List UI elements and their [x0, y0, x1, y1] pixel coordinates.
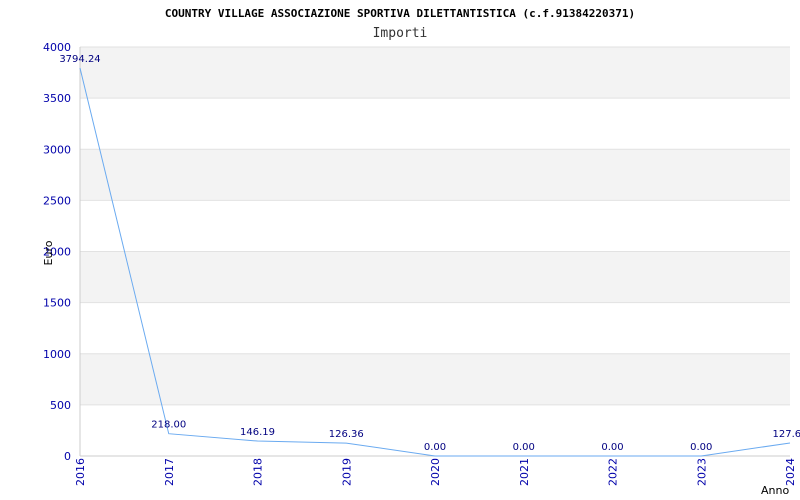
- chart-title: COUNTRY VILLAGE ASSOCIAZIONE SPORTIVA DI…: [165, 7, 635, 20]
- data-label: 146.19: [240, 427, 275, 438]
- y-tick-label: 500: [50, 399, 71, 412]
- data-label: 0.00: [424, 442, 446, 453]
- x-tick-label: 2017: [163, 458, 176, 486]
- grid-band: [80, 149, 790, 201]
- x-tick-label: 2020: [429, 458, 442, 486]
- grid-band: [80, 353, 790, 405]
- x-tick-label: 2022: [607, 458, 620, 486]
- y-tick-label: 2500: [43, 194, 71, 207]
- y-axis-label: Euro: [42, 240, 55, 265]
- data-label: 218.00: [151, 420, 186, 431]
- data-label: 127.65: [773, 429, 800, 440]
- y-tick-label: 3500: [43, 92, 71, 105]
- data-label: 3794.24: [59, 54, 100, 65]
- line-chart: COUNTRY VILLAGE ASSOCIAZIONE SPORTIVA DI…: [42, 7, 800, 497]
- y-tick-label: 4000: [43, 41, 71, 54]
- grid-band: [80, 47, 790, 99]
- y-tick-label: 1500: [43, 297, 71, 310]
- x-tick-label: 2024: [784, 458, 797, 486]
- x-tick-label: 2021: [518, 458, 531, 486]
- x-tick-label: 2019: [340, 458, 353, 486]
- data-label: 126.36: [329, 429, 364, 440]
- y-tick-label: 0: [64, 450, 71, 463]
- x-tick-label: 2018: [252, 458, 265, 486]
- data-label: 0.00: [513, 442, 535, 453]
- chart-subtitle: Importi: [373, 26, 428, 41]
- y-tick-label: 3000: [43, 143, 71, 156]
- grid-band: [80, 251, 790, 303]
- y-tick-label: 1000: [43, 348, 71, 361]
- x-tick-label: 2016: [74, 458, 87, 486]
- x-tick-label: 2023: [695, 458, 708, 486]
- data-label: 0.00: [690, 442, 712, 453]
- x-tick-labels: 2016 2017 2018 2019 2020 2021 2022 2023 2024: [74, 458, 797, 486]
- x-axis-label: Anno: [761, 484, 789, 497]
- data-label: 0.00: [601, 442, 623, 453]
- grid-bands: [80, 47, 790, 405]
